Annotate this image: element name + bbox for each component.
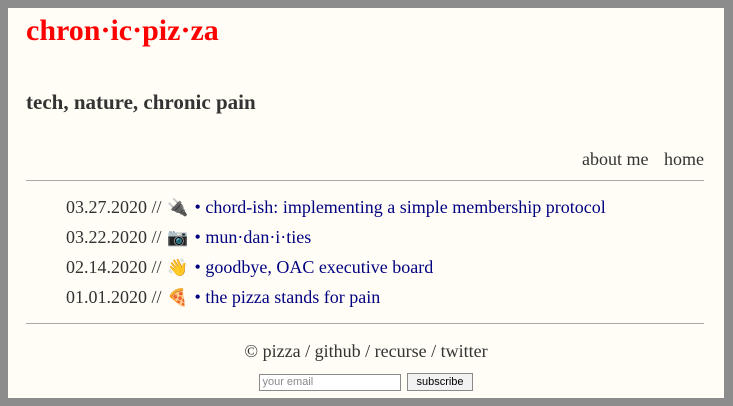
post-title: mun·dan·i·ties [205, 227, 312, 247]
top-nav: about me home [571, 149, 704, 170]
footer-separator: / [426, 341, 441, 361]
post-item: 03.27.2020 // 🔌 • chord-ish: implementin… [66, 192, 606, 222]
page-frame: chron·ic·piz·za tech, nature, chronic pa… [8, 8, 724, 398]
post-list: 03.27.2020 // 🔌 • chord-ish: implementin… [66, 192, 606, 312]
post-bullet: • [194, 197, 201, 217]
divider [26, 180, 704, 181]
site-title[interactable]: chron·ic·piz·za [26, 14, 219, 48]
post-date: 01.01.2020 // [66, 287, 162, 307]
post-date: 02.14.2020 // [66, 257, 162, 277]
nav-home[interactable]: home [664, 149, 704, 169]
footer-separator: / [360, 341, 375, 361]
footer-link-recurse[interactable]: recurse [375, 341, 427, 361]
post-link[interactable]: • goodbye, OAC executive board [195, 257, 434, 277]
post-link[interactable]: • the pizza stands for pain [195, 287, 381, 307]
email-field[interactable] [259, 373, 402, 391]
footer-link-github[interactable]: github [315, 341, 361, 361]
post-item: 02.14.2020 // 👋 • goodbye, OAC executive… [66, 252, 606, 282]
subscribe-form: subscribe [8, 373, 724, 391]
footer-link-twitter[interactable]: twitter [441, 341, 488, 361]
divider [26, 323, 704, 324]
pizza-icon: 🍕 [167, 288, 189, 308]
copyright-symbol: © [244, 341, 259, 361]
post-link[interactable]: • chord-ish: implementing a simple membe… [195, 197, 606, 217]
post-title: the pizza stands for pain [205, 287, 381, 307]
footer-links: © pizza / github / recurse / twitter [8, 341, 724, 362]
footer-separator: / [300, 341, 315, 361]
post-bullet: • [194, 257, 201, 277]
plug-icon: 🔌 [167, 198, 189, 218]
nav-about-me[interactable]: about me [582, 149, 648, 169]
site-tagline: tech, nature, chronic pain [26, 90, 256, 114]
post-title: goodbye, OAC executive board [205, 257, 434, 277]
post-link[interactable]: • mun·dan·i·ties [195, 227, 312, 247]
camera-icon: 📷 [167, 228, 189, 248]
post-bullet: • [194, 287, 201, 307]
post-item: 03.22.2020 // 📷 • mun·dan·i·ties [66, 222, 606, 252]
waving-hand-icon: 👋 [167, 258, 189, 278]
post-title: chord-ish: implementing a simple members… [205, 197, 606, 217]
footer-link-pizza[interactable]: pizza [263, 341, 301, 361]
post-item: 01.01.2020 // 🍕 • the pizza stands for p… [66, 282, 606, 312]
post-bullet: • [194, 227, 201, 247]
subscribe-button[interactable]: subscribe [407, 373, 473, 391]
post-date: 03.22.2020 // [66, 227, 162, 247]
post-date: 03.27.2020 // [66, 197, 162, 217]
